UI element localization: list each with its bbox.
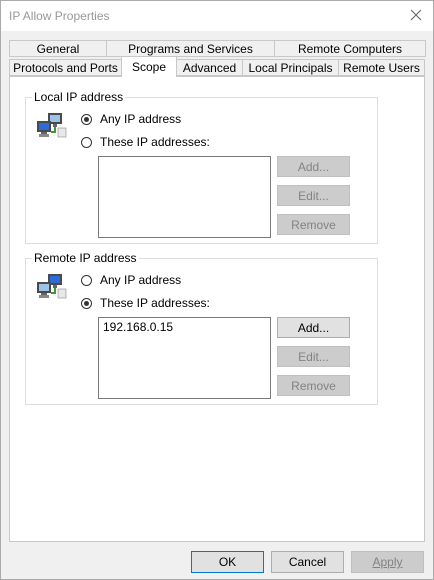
apply-button[interactable]: Apply — [351, 551, 424, 573]
local-ip-group-label: Local IP address — [32, 90, 126, 104]
tab-local-principals[interactable]: Local Principals — [242, 59, 339, 76]
cancel-button[interactable]: Cancel — [271, 551, 344, 573]
local-any-ip-radio[interactable]: Any IP address — [81, 112, 181, 126]
local-any-ip-label: Any IP address — [100, 112, 182, 126]
tab-protocols-and-ports[interactable]: Protocols and Ports — [9, 59, 122, 76]
remote-add-button[interactable]: Add... — [277, 317, 350, 338]
tab-remote-computers[interactable]: Remote Computers — [274, 40, 426, 57]
local-these-ip-radio[interactable]: These IP addresses: — [81, 135, 210, 149]
local-edit-button[interactable]: Edit... — [277, 185, 350, 206]
network-computers-icon — [37, 113, 67, 138]
local-these-ip-radio-circle[interactable] — [81, 136, 92, 148]
tab-remote-users[interactable]: Remote Users — [338, 59, 425, 76]
ok-button[interactable]: OK — [191, 551, 264, 573]
remote-any-ip-radio[interactable]: Any IP address — [81, 273, 181, 287]
window-title: IP Allow Properties — [9, 9, 110, 23]
remote-ip-group: Remote IP address Any IP address These I… — [25, 251, 378, 405]
local-remove-button[interactable]: Remove — [277, 214, 350, 235]
remote-ip-group-label: Remote IP address — [32, 251, 139, 265]
remote-these-ip-radio[interactable]: These IP addresses: — [81, 296, 210, 310]
tab-advanced[interactable]: Advanced — [176, 59, 243, 76]
title-bar: IP Allow Properties — [1, 1, 433, 31]
local-ip-address-list[interactable] — [98, 156, 271, 238]
remote-edit-button[interactable]: Edit... — [277, 346, 350, 367]
tab-scope[interactable]: Scope — [121, 56, 177, 77]
remote-ip-address-list[interactable]: 192.168.0.15 — [98, 317, 271, 399]
remote-any-ip-label: Any IP address — [100, 273, 182, 287]
list-item[interactable]: 192.168.0.15 — [103, 320, 266, 335]
tab-programs-and-services[interactable]: Programs and Services — [106, 40, 275, 57]
remote-these-ip-label: These IP addresses: — [100, 296, 210, 310]
local-these-ip-label: These IP addresses: — [100, 135, 210, 149]
local-ip-group: Local IP address Any IP address These IP… — [25, 90, 378, 244]
local-add-button[interactable]: Add... — [277, 156, 350, 177]
local-any-ip-radio-circle[interactable] — [81, 113, 92, 125]
close-icon — [410, 9, 422, 21]
scope-tab-panel: Local IP address Any IP address These IP… — [9, 76, 425, 542]
remote-remove-button[interactable]: Remove — [277, 375, 350, 396]
network-computers-icon — [37, 274, 67, 299]
remote-these-ip-radio-circle[interactable] — [81, 297, 92, 309]
dialog-window: IP Allow Properties General Programs and… — [0, 0, 434, 580]
remote-any-ip-radio-circle[interactable] — [81, 274, 92, 286]
tab-general[interactable]: General — [9, 40, 107, 57]
close-button[interactable] — [405, 5, 427, 25]
